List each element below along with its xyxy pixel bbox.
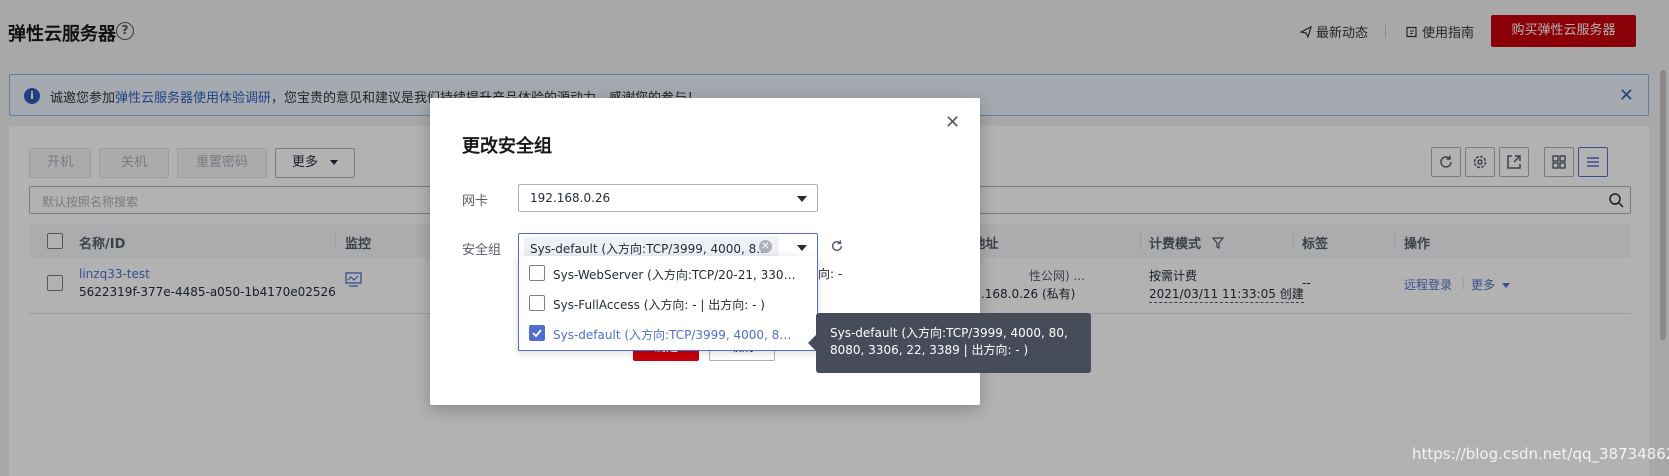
option-label: Sys-FullAccess (入方向: - | 出方向: - ) [553,298,765,312]
nic-label: 网卡 [462,194,489,209]
option-sys-webserver[interactable]: Sys-WebServer (入方向:TCP/20-21, 3306, 44..… [519,258,817,288]
tooltip-text: Sys-default (入方向:TCP/3999, 4000, 80, 808… [830,326,1068,357]
option-sys-fullaccess[interactable]: Sys-FullAccess (入方向: - | 出方向: - ) [519,288,817,318]
option-tooltip: Sys-default (入方向:TCP/3999, 4000, 80, 808… [808,313,1091,373]
check-icon [532,329,542,338]
obscured-text: 向: - [818,267,843,281]
page-scrollbar[interactable] [1660,70,1666,340]
dialog-title: 更改安全组 [462,136,552,157]
caret-down-icon [797,245,807,251]
nic-value: 192.168.0.26 [530,191,611,205]
security-group-dropdown: Sys-WebServer (入方向:TCP/20-21, 3306, 44..… [518,256,818,351]
option-label: Sys-WebServer (入方向:TCP/20-21, 3306, 44..… [553,268,797,282]
option-checkbox[interactable] [529,295,545,311]
close-icon[interactable]: ✕ [945,112,960,133]
caret-down-icon [797,196,807,202]
refresh-icon[interactable] [830,239,844,253]
option-label: Sys-default (入方向:TCP/3999, 4000, 80, 808… [553,328,797,342]
clear-icon[interactable]: ✕ [759,240,772,253]
option-checkbox[interactable] [529,265,545,281]
nic-select[interactable]: 192.168.0.26 [518,184,818,212]
watermark-text: https://blog.csdn.net/qq_38734862 [1412,445,1669,463]
tooltip-arrow [808,335,816,351]
selected-tag-text: Sys-default (入方向:TCP/3999, 4000, 8... [530,242,768,256]
selected-security-group-tag: Sys-default (入方向:TCP/3999, 4000, 8... ✕ [524,237,779,257]
security-group-label: 安全组 [462,243,502,258]
option-checkbox-checked[interactable] [529,325,545,341]
option-sys-default[interactable]: Sys-default (入方向:TCP/3999, 4000, 80, 808… [519,318,817,348]
